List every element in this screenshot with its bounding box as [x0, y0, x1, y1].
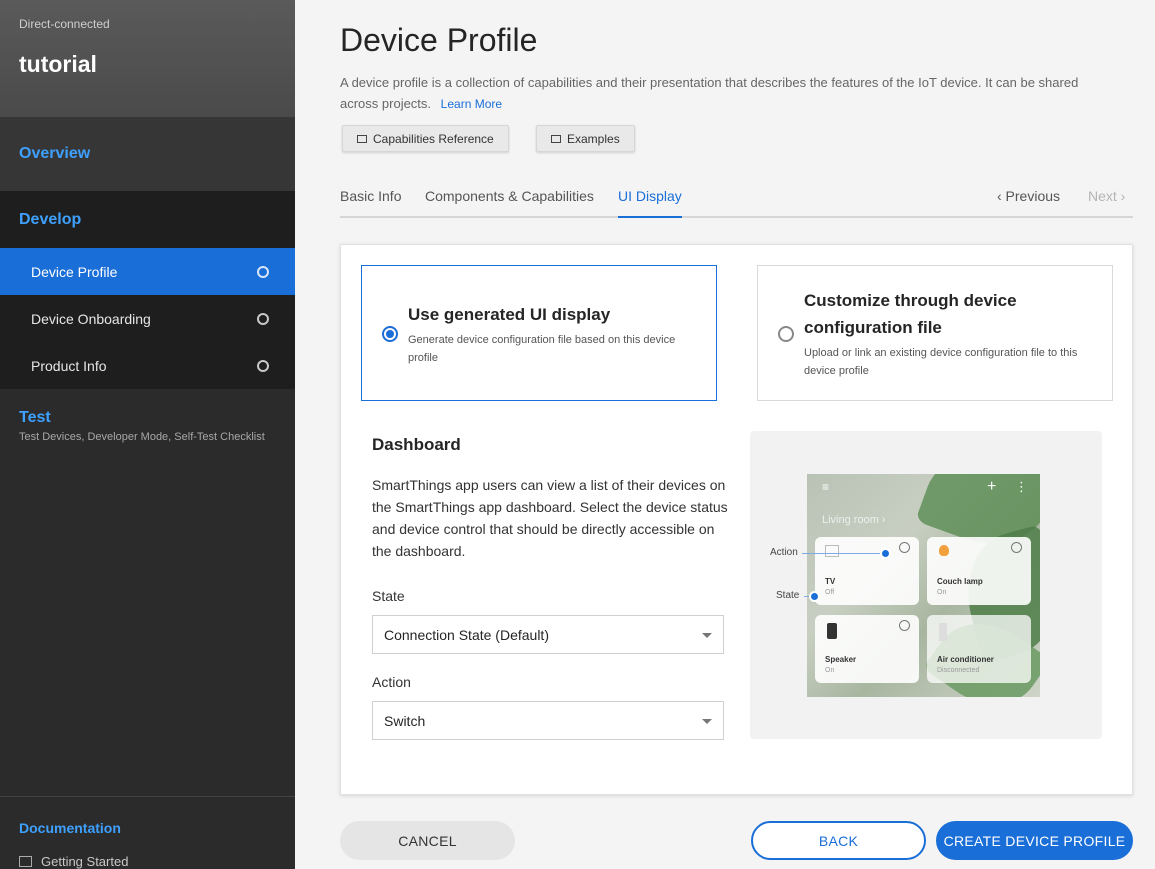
ui-display-card: Use generated UI display Generate device… [340, 244, 1133, 795]
option-description: Generate device configuration file based… [408, 334, 676, 364]
tv-icon [825, 545, 839, 557]
examples-label: Examples [567, 131, 620, 146]
sidebar-item-device-onboarding[interactable]: Device Onboarding [0, 295, 295, 342]
dashboard-title: Dashboard [372, 435, 461, 454]
room-label: Living room › [822, 514, 886, 526]
tile-name: TV [825, 577, 836, 586]
tile-status: Disconnected [937, 667, 980, 674]
tab-basic-info[interactable]: Basic Info [340, 188, 401, 218]
status-circle-icon [257, 312, 269, 325]
tile-name: Couch lamp [937, 577, 983, 586]
device-tile: TV Off [815, 537, 919, 605]
page-description: A device profile is a collection of capa… [340, 72, 1110, 115]
next-button[interactable]: Next › [1088, 188, 1125, 204]
examples-button[interactable]: Examples [536, 125, 635, 152]
sidebar-item-label: Device Profile [31, 263, 118, 280]
state-select[interactable]: Connection State (Default) [372, 615, 724, 654]
option-description: Upload or link an existing device config… [804, 347, 1078, 377]
dashboard-preview: ≡ + ⋮ Living room › TV Off Couch lamp On [750, 431, 1102, 739]
option-generated-ui[interactable]: Use generated UI display Generate device… [361, 265, 717, 401]
power-icon [899, 542, 910, 553]
learn-more-link[interactable]: Learn More [441, 97, 502, 111]
code-icon [551, 134, 561, 143]
more-icon: ⋮ [1015, 479, 1028, 494]
test-description: Test Devices, Developer Mode, Self-Test … [19, 431, 265, 443]
sidebar-item-label: Product Info [31, 357, 107, 374]
radio-unselected-icon[interactable] [778, 326, 794, 342]
chevron-down-icon [702, 633, 712, 638]
page-title: Device Profile [340, 22, 538, 58]
tile-name: Speaker [825, 655, 857, 664]
option-title: Customize through device configuration f… [804, 291, 1017, 337]
tile-name: Air conditioner [937, 655, 994, 664]
back-button[interactable]: BACK [751, 821, 926, 860]
lamp-icon [939, 545, 949, 556]
develop-label: Develop [19, 210, 82, 228]
cancel-button[interactable]: CANCEL [340, 821, 515, 860]
device-tile: Speaker On [815, 615, 919, 683]
capabilities-reference-button[interactable]: Capabilities Reference [342, 125, 509, 152]
action-callout-label: Action [770, 547, 798, 558]
getting-started-link[interactable]: Getting Started [19, 854, 276, 869]
action-select[interactable]: Switch [372, 701, 724, 740]
keyboard-icon [357, 134, 367, 143]
radio-selected-icon[interactable] [382, 326, 398, 342]
phone-preview-image: ≡ + ⋮ Living room › TV Off Couch lamp On [807, 474, 1040, 697]
sidebar-item-product-info[interactable]: Product Info [0, 342, 295, 389]
option-title: Use generated UI display [408, 305, 611, 324]
sidebar-item-test[interactable]: Test Test Devices, Developer Mode, Self-… [0, 389, 295, 464]
sidebar-item-overview[interactable]: Overview [0, 117, 295, 191]
project-header: Direct-connected tutorial [0, 0, 295, 117]
project-type: Direct-connected [19, 17, 110, 31]
option-custom-config[interactable]: Customize through device configuration f… [757, 265, 1113, 401]
main-content: Device Profile A device profile is a col… [295, 0, 1155, 869]
state-select-value: Connection State (Default) [384, 626, 549, 643]
create-device-profile-button[interactable]: CREATE DEVICE PROFILE [936, 821, 1133, 860]
overview-label: Overview [19, 145, 91, 162]
previous-button[interactable]: ‹ Previous [997, 188, 1060, 204]
getting-started-label: Getting Started [41, 854, 129, 869]
device-tile: Air conditioner Disconnected [927, 615, 1031, 683]
speaker-icon [827, 623, 837, 639]
documentation-section: Documentation Getting Started [0, 796, 295, 869]
state-callout-dot [809, 591, 820, 602]
tile-status: On [937, 589, 947, 596]
test-label: Test [19, 409, 51, 426]
tab-ui-display[interactable]: UI Display [618, 188, 682, 218]
tile-status: Off [825, 589, 835, 596]
capabilities-reference-label: Capabilities Reference [373, 131, 494, 146]
tab-components-capabilities[interactable]: Components & Capabilities [425, 188, 594, 218]
device-tile: Couch lamp On [927, 537, 1031, 605]
tile-status: On [825, 667, 835, 674]
project-name: tutorial [19, 51, 97, 77]
chevron-down-icon [702, 719, 712, 724]
action-select-value: Switch [384, 712, 426, 729]
menu-icon: ≡ [822, 480, 830, 494]
book-icon [19, 856, 32, 867]
state-label: State [372, 588, 405, 604]
power-icon [1011, 542, 1022, 553]
tab-bar: Basic Info Components & Capabilities UI … [340, 180, 1133, 218]
state-callout-label: State [776, 590, 800, 601]
sidebar: Direct-connected tutorial Overview Devel… [0, 0, 295, 869]
power-icon [899, 620, 910, 631]
develop-section: Develop Device Profile Device Onboarding… [0, 191, 295, 389]
air-conditioner-icon [939, 623, 947, 641]
dashboard-description: SmartThings app users can view a list of… [372, 477, 728, 559]
sidebar-item-label: Device Onboarding [31, 310, 151, 327]
action-callout-line [802, 553, 886, 554]
action-label: Action [372, 674, 411, 690]
status-circle-icon [257, 359, 269, 372]
sidebar-item-develop[interactable]: Develop [0, 191, 295, 248]
action-callout-dot [880, 548, 891, 559]
documentation-label[interactable]: Documentation [19, 820, 276, 836]
sidebar-item-device-profile[interactable]: Device Profile [0, 248, 295, 295]
status-circle-icon [257, 265, 269, 278]
plus-icon: + [987, 478, 997, 495]
